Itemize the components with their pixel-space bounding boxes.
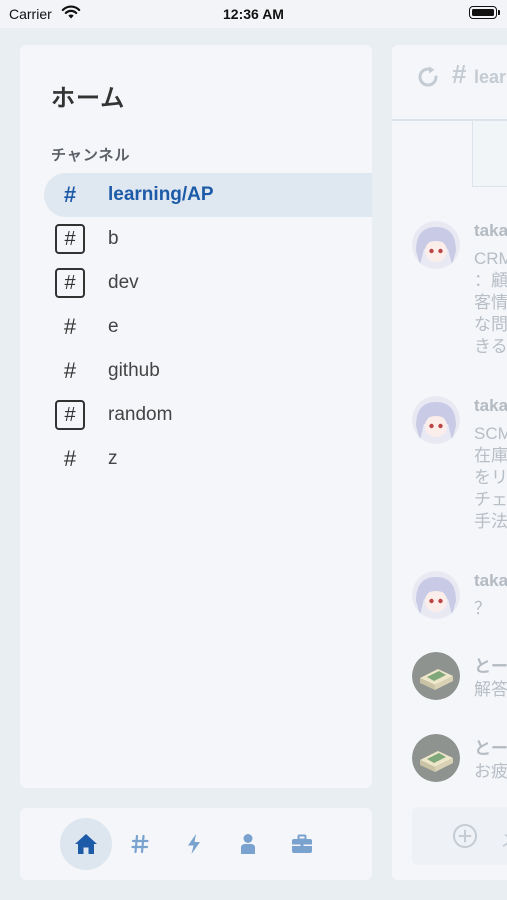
sidebar: ホーム チャンネル # learning/AP # b # dev # e # …	[20, 45, 372, 788]
plus-circle-icon[interactable]	[452, 823, 478, 849]
channel-item-b[interactable]: # b	[44, 217, 372, 261]
hash-icon: #	[63, 446, 77, 471]
channel-label: e	[108, 316, 119, 337]
message-text-line: ？	[474, 599, 491, 618]
tab-profile[interactable]	[222, 818, 274, 870]
refresh-icon[interactable]	[416, 65, 440, 89]
message-composer[interactable]: メ	[412, 807, 507, 865]
message-text-line: 解答	[474, 680, 507, 699]
channel-label: random	[108, 404, 173, 425]
home-icon	[75, 834, 97, 854]
message-text-line: ：顧	[474, 271, 507, 290]
message-text-line: きる	[474, 337, 507, 356]
channel-header: # lear	[392, 45, 507, 121]
message-text-line: 在庫	[474, 446, 507, 465]
bottom-tab-bar	[20, 808, 372, 880]
message-text-line: CRM	[474, 249, 507, 268]
message-author: とー	[474, 739, 507, 758]
message-text-line: 客情	[474, 293, 507, 312]
hash-icon: #	[63, 358, 77, 383]
hash-icon: #	[63, 314, 77, 339]
lightning-icon	[188, 834, 200, 854]
avatar	[412, 734, 460, 782]
channel-item-z[interactable]: # z	[44, 437, 372, 481]
channel-item-dev[interactable]: # dev	[44, 261, 372, 305]
message-text-line: をリ	[474, 468, 507, 487]
battery-icon	[469, 6, 500, 19]
channel-item-random[interactable]: # random	[44, 393, 372, 437]
composer-placeholder: メ	[500, 823, 507, 852]
avatar	[412, 221, 460, 269]
hash-box-icon: #	[54, 267, 86, 299]
message-author: taka	[474, 396, 507, 415]
briefcase-icon	[292, 834, 312, 853]
message-text-line: な問	[474, 315, 507, 334]
avatar	[412, 571, 460, 619]
header-hash-icon: #	[452, 59, 467, 89]
channel-list: # learning/AP # b # dev # e # github # r…	[44, 173, 372, 481]
avatar	[412, 652, 460, 700]
message-pane: # lear taka CRM ：顧 客情 な問 きる taka SCM 在庫 …	[392, 45, 507, 880]
tab-channels[interactable]	[114, 818, 166, 870]
channel-label: z	[108, 448, 118, 469]
tab-work[interactable]	[276, 818, 328, 870]
status-bar: Carrier 12:36 AM	[0, 0, 507, 28]
message-text-line: お疲	[474, 762, 507, 781]
message-author: taka	[474, 571, 507, 590]
channel-label: learning/AP	[108, 184, 214, 205]
channel-label: dev	[108, 272, 139, 293]
message-text-line: 手法	[474, 512, 507, 531]
message-text-line: チェ	[474, 490, 507, 509]
hash-icon	[131, 834, 149, 854]
hash-icon: #	[63, 182, 77, 207]
channels-section-label: チャンネル	[51, 147, 131, 164]
avatar	[412, 396, 460, 444]
tab-activity[interactable]	[168, 818, 220, 870]
pinned-panel	[472, 121, 507, 187]
message-author: taka	[474, 221, 507, 240]
page-title: ホーム	[51, 85, 126, 112]
tab-home[interactable]	[60, 818, 112, 870]
channel-label: b	[108, 228, 119, 249]
hash-box-icon: #	[54, 223, 86, 255]
channel-item-github[interactable]: # github	[44, 349, 372, 393]
message-text-line: SCM	[474, 424, 507, 443]
channel-label: github	[108, 360, 160, 381]
hash-box-icon: #	[54, 399, 86, 431]
message-author: とー	[474, 657, 507, 676]
channel-item-learning-ap[interactable]: # learning/AP	[44, 173, 372, 217]
status-time: 12:36 AM	[223, 6, 284, 22]
channel-item-e[interactable]: # e	[44, 305, 372, 349]
person-icon	[241, 834, 255, 854]
channel-title: lear	[474, 67, 507, 87]
